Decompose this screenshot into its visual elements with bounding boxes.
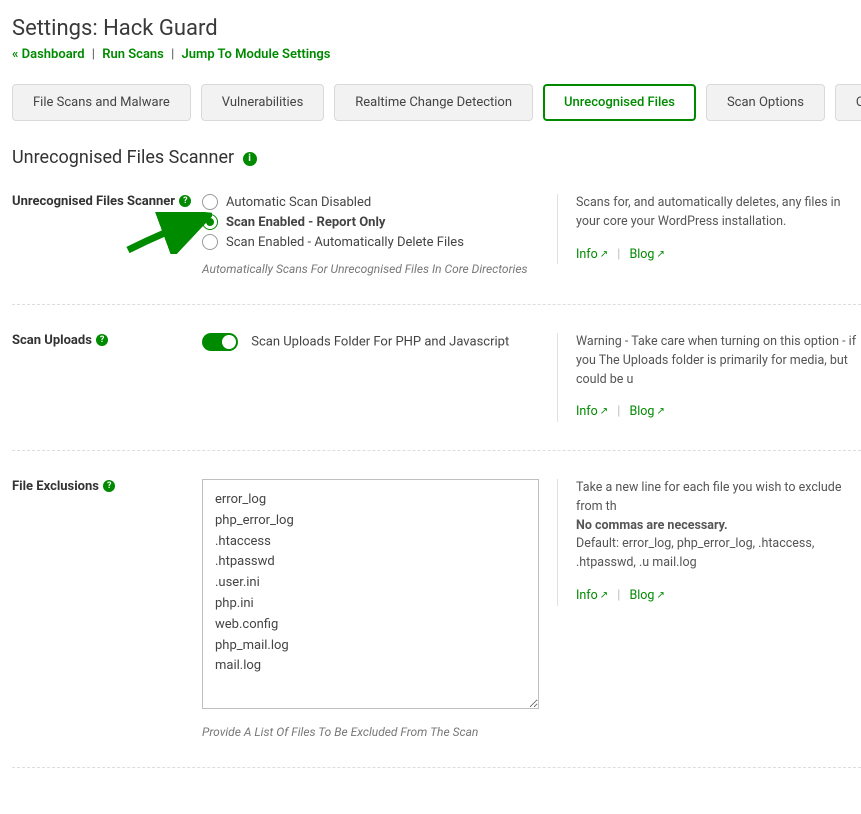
info-link[interactable]: Info↗	[576, 404, 608, 419]
breadcrumb: « Dashboard | Run Scans | Jump To Module…	[12, 47, 861, 62]
breadcrumb-run-scans[interactable]: Run Scans	[102, 47, 164, 62]
row-desc-text: Scans for, and automatically deletes, an…	[576, 195, 841, 229]
external-link-icon: ↗	[600, 247, 608, 262]
help-icon[interactable]: ?	[179, 195, 191, 207]
breadcrumb-sep: |	[88, 47, 99, 62]
radio-icon	[202, 234, 218, 250]
breadcrumb-jump[interactable]: Jump To Module Settings	[182, 47, 331, 62]
link-sep: |	[611, 404, 626, 419]
row-desc-uploads: Warning - Take care when turning on this…	[557, 333, 861, 422]
row-label-exclusions: File Exclusions ?	[12, 479, 202, 494]
hint-arrow-icon	[124, 212, 212, 254]
blog-link[interactable]: Blog↗	[629, 247, 664, 262]
blog-link[interactable]: Blog↗	[629, 588, 664, 603]
info-link[interactable]: Info↗	[576, 588, 608, 603]
row-label-text: File Exclusions	[12, 479, 99, 494]
row-scanner: Unrecognised Files Scanner ? Automatic S…	[12, 188, 861, 305]
desc-links: Info↗ | Blog↗	[576, 587, 861, 606]
radio-scan-auto-delete[interactable]: Scan Enabled - Automatically Delete File…	[202, 234, 539, 250]
help-icon[interactable]: ?	[96, 334, 108, 346]
link-sep: |	[611, 588, 626, 603]
external-link-icon: ↗	[600, 588, 608, 603]
blog-link[interactable]: Blog↗	[629, 404, 664, 419]
row-desc-text: Default: error_log, php_error_log, .htac…	[576, 536, 814, 570]
row-hint-exclusions: Provide A List Of Files To Be Excluded F…	[202, 725, 539, 739]
toggle-label: Scan Uploads Folder For PHP and Javascri…	[251, 334, 509, 349]
row-desc-exclusions: Take a new line for each file you wish t…	[557, 479, 861, 606]
radio-icon	[202, 194, 218, 210]
info-link[interactable]: Info↗	[576, 247, 608, 262]
row-uploads: Scan Uploads ? Scan Uploads Folder For P…	[12, 327, 861, 451]
tab-on-off[interactable]: On/Off	[835, 84, 861, 121]
row-label-text: Unrecognised Files Scanner	[12, 194, 175, 209]
tab-file-scans[interactable]: File Scans and Malware	[12, 84, 191, 121]
external-link-icon: ↗	[656, 404, 664, 419]
radio-label: Automatic Scan Disabled	[226, 195, 371, 210]
page-title: Settings: Hack Guard	[12, 16, 861, 41]
file-exclusions-textarea[interactable]	[202, 479, 539, 709]
row-desc-strong: No commas are necessary.	[576, 518, 728, 533]
row-hint-scanner: Automatically Scans For Unrecognised Fil…	[202, 262, 539, 276]
row-exclusions: File Exclusions ? Provide A List Of File…	[12, 473, 861, 768]
breadcrumb-sep: |	[167, 47, 178, 62]
external-link-icon: ↗	[656, 247, 664, 262]
link-sep: |	[611, 247, 626, 262]
breadcrumb-dashboard[interactable]: « Dashboard	[12, 47, 85, 62]
row-desc-scanner: Scans for, and automatically deletes, an…	[557, 194, 861, 264]
radio-label: Scan Enabled - Report Only	[226, 215, 385, 230]
help-icon[interactable]: ?	[103, 480, 115, 492]
tab-scan-options[interactable]: Scan Options	[706, 84, 825, 121]
row-control-scanner: Automatic Scan Disabled Scan Enabled - R…	[202, 194, 557, 276]
row-desc-text: Warning - Take care when turning on this…	[576, 334, 856, 387]
info-icon[interactable]: i	[243, 152, 257, 166]
external-link-icon: ↗	[656, 588, 664, 603]
radio-label: Scan Enabled - Automatically Delete File…	[226, 235, 464, 250]
section-heading-text: Unrecognised Files Scanner	[12, 147, 234, 168]
row-control-uploads: Scan Uploads Folder For PHP and Javascri…	[202, 333, 557, 351]
radio-scan-disabled[interactable]: Automatic Scan Disabled	[202, 194, 539, 210]
external-link-icon: ↗	[600, 404, 608, 419]
row-label-text: Scan Uploads	[12, 333, 92, 348]
tab-realtime[interactable]: Realtime Change Detection	[334, 84, 533, 121]
tab-bar: File Scans and Malware Vulnerabilities R…	[12, 84, 861, 121]
row-desc-text: Take a new line for each file you wish t…	[576, 480, 841, 514]
radio-scan-report-only[interactable]: Scan Enabled - Report Only	[202, 214, 539, 230]
tab-vulnerabilities[interactable]: Vulnerabilities	[201, 84, 325, 121]
desc-links: Info↗ | Blog↗	[576, 246, 861, 265]
row-label-uploads: Scan Uploads ?	[12, 333, 202, 348]
section-heading: Unrecognised Files Scanner i	[12, 147, 861, 168]
row-control-exclusions: Provide A List Of Files To Be Excluded F…	[202, 479, 557, 739]
row-label-scanner: Unrecognised Files Scanner ?	[12, 194, 202, 209]
radio-icon	[202, 214, 218, 230]
tab-unrecognised-files[interactable]: Unrecognised Files	[543, 84, 696, 121]
desc-links: Info↗ | Blog↗	[576, 403, 861, 422]
scan-uploads-toggle[interactable]	[202, 333, 238, 351]
